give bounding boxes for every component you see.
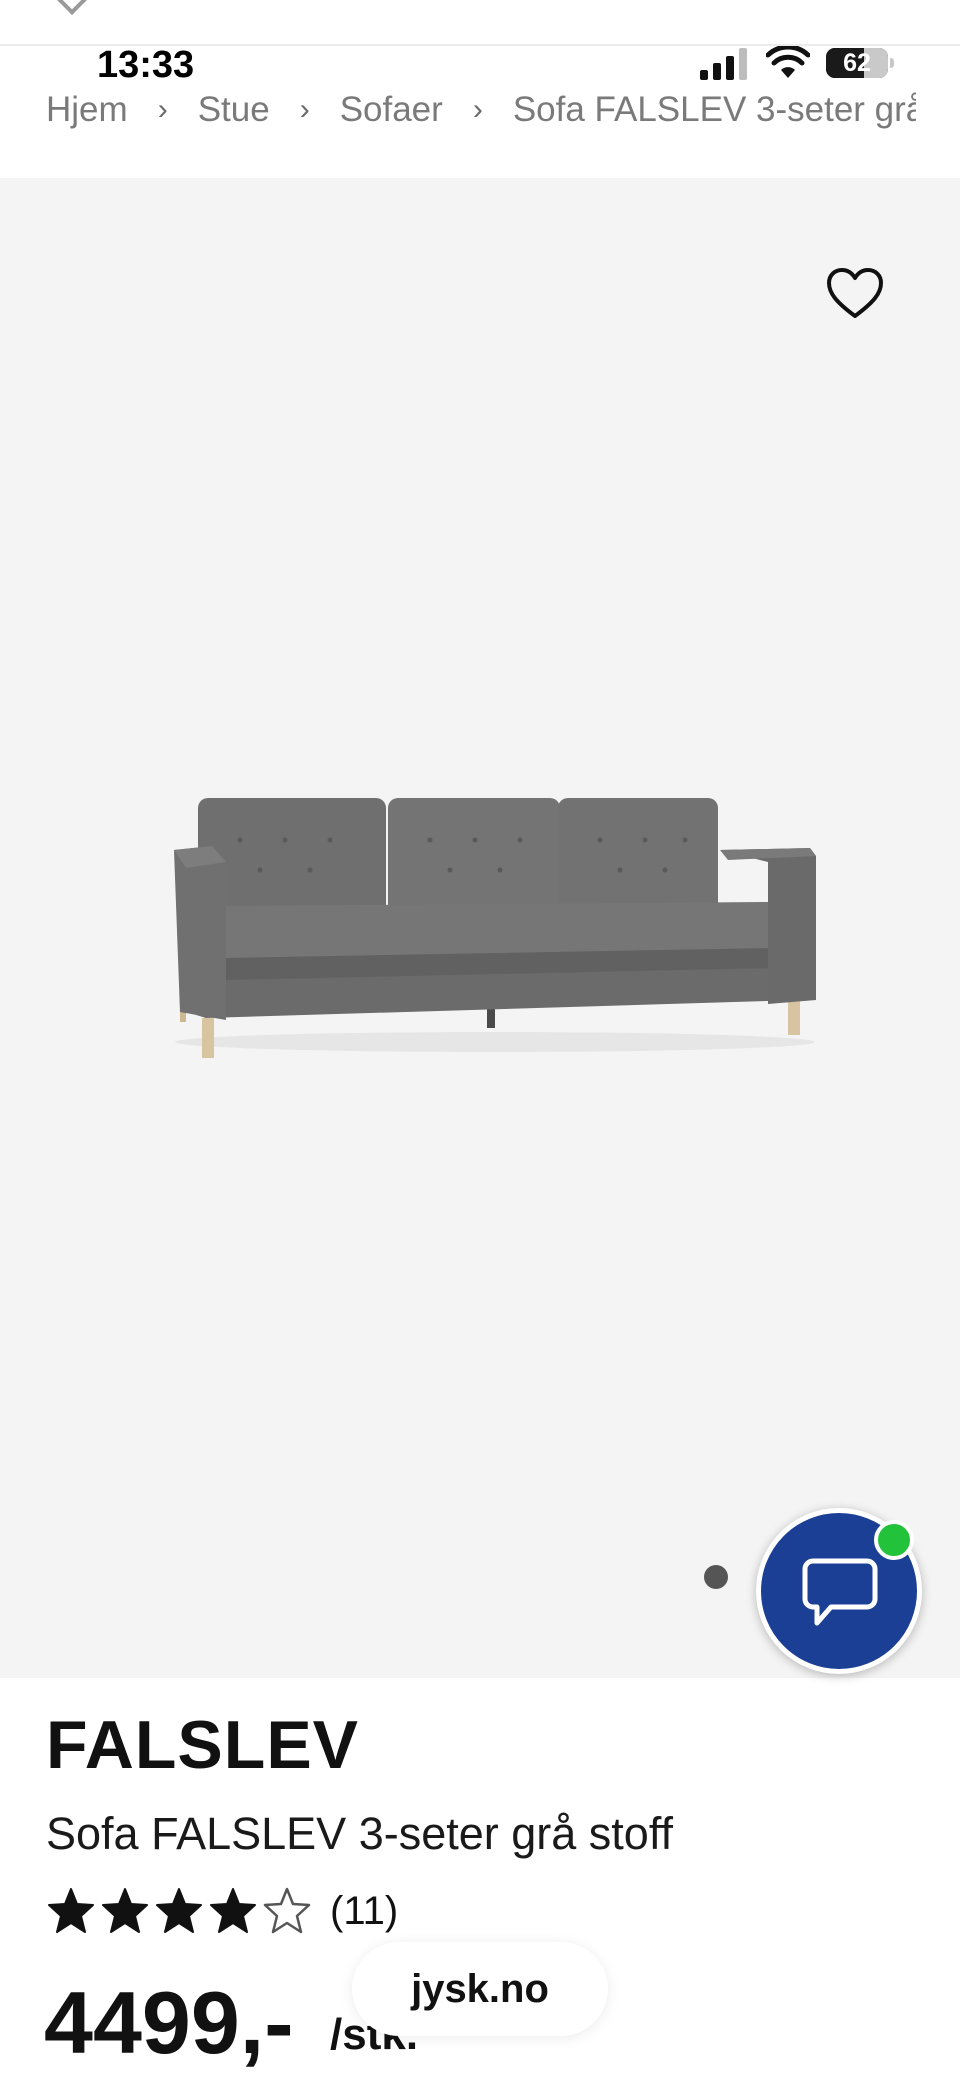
checkmark-icon <box>55 0 89 15</box>
cellular-signal-icon <box>700 48 747 80</box>
heart-icon[interactable] <box>826 268 884 320</box>
star-filled-icon <box>102 1888 148 1933</box>
breadcrumb: Hjem › Stue › Sofaer › Sofa FALSLEV 3-seter gr… <box>46 88 916 136</box>
battery-percent: 62 <box>843 49 871 77</box>
breadcrumb-item-home[interactable]: Hjem <box>46 90 128 130</box>
status-bar: 13:33 62 <box>0 44 960 86</box>
star-filled-icon <box>156 1888 202 1933</box>
chevron-right-icon: › <box>299 92 310 126</box>
gallery-page-indicator[interactable] <box>704 1565 728 1589</box>
chat-bubble-icon <box>802 1558 878 1626</box>
chevron-right-icon: › <box>472 92 483 126</box>
product-image-sofa <box>174 798 816 1058</box>
top-header-cutoff <box>0 0 960 46</box>
status-time: 13:33 <box>97 44 195 86</box>
star-filled-icon <box>210 1888 256 1933</box>
product-page: 13:33 62 Hjem › Stue › Sofaer › Sofa FALSLEV 3… <box>0 0 960 2079</box>
battery-nub <box>890 58 894 68</box>
wifi-icon <box>766 46 810 78</box>
chevron-right-icon: › <box>157 92 168 126</box>
product-rating[interactable]: (11) <box>46 1886 398 1942</box>
product-price: 4499,- <box>44 1973 294 2072</box>
url-text: jysk.no <box>411 1967 549 2011</box>
review-count[interactable]: (11) <box>330 1889 398 1934</box>
star-filled-icon <box>48 1888 94 1933</box>
breadcrumb-item-living-room[interactable]: Stue <box>198 90 270 130</box>
chat-online-indicator <box>874 1520 914 1560</box>
battery-icon: 62 <box>826 48 888 78</box>
product-brand: FALSLEV <box>46 1707 360 1783</box>
breadcrumb-item-current: Sofa FALSLEV 3-seter grå <box>512 89 916 129</box>
star-outline-icon <box>263 1887 311 1934</box>
breadcrumb-item-sofas[interactable]: Sofaer <box>340 90 443 130</box>
product-name: Sofa FALSLEV 3-seter grå stoff <box>46 1808 674 1859</box>
browser-url-bar[interactable]: jysk.no <box>352 1942 608 2036</box>
